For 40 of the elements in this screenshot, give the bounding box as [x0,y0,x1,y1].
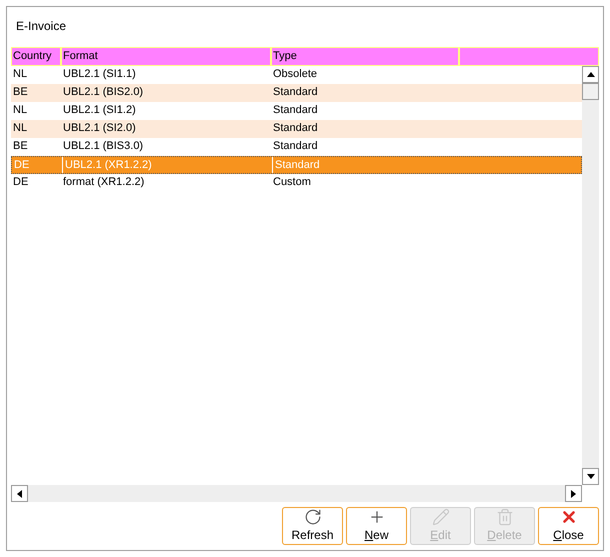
table-cell-text: BE [12,139,29,154]
table-cell-text: format (XR1.2.2) [62,175,146,190]
edit-icon [432,508,450,526]
column-header[interactable]: Format [61,47,271,66]
column-header[interactable]: Type [271,47,459,66]
table-cell-text: UBL2.1 (SI1.1) [62,67,137,82]
scroll-thumb[interactable] [582,83,599,100]
close-button[interactable]: Close [538,507,599,545]
table-cell-text: Standard [272,121,319,136]
vertical-scrollbar[interactable] [582,66,599,485]
refresh-button[interactable]: Refresh [282,507,343,545]
table-cell-text: Obsolete [272,67,318,82]
table-cell-text: DE [13,158,30,173]
scroll-right-icon[interactable] [565,485,582,502]
table-cell-text: Standard [272,85,319,100]
delete-icon [496,508,514,526]
new-button[interactable]: New [346,507,407,545]
table-cell-text: UBL2.1 (SI1.2) [62,103,137,118]
table-cell-text: UBL2.1 (BIS2.0) [62,85,144,100]
table-cell-text: BE [12,85,29,100]
scroll-up-icon[interactable] [582,66,599,83]
table-row[interactable]: NL UBL2.1 (SI2.0) Standard [11,120,582,138]
table-cell-text: NL [12,67,28,82]
table-cell-text: UBL2.1 (SI2.0) [62,121,137,136]
table-cell-text: UBL2.1 (BIS3.0) [62,139,144,154]
horizontal-scrollbar[interactable] [11,485,582,502]
table-row[interactable]: BE UBL2.1 (BIS2.0) Standard [11,84,582,102]
column-header[interactable]: Country [11,47,61,66]
scroll-left-icon[interactable] [11,485,28,502]
table-cell-text: NL [12,121,28,136]
refresh-icon [304,508,322,526]
table-cell-text: NL [12,103,28,118]
table-cell-text: DE [12,175,30,190]
scroll-down-icon[interactable] [582,468,599,485]
table-cell: Standard [272,157,460,173]
table-cell-text: Custom [272,175,312,190]
table-cell: UBL2.1 (XR1.2.2) [62,157,272,173]
table-cell-text: Standard [272,103,319,118]
table-cell-text: Standard [272,139,319,154]
window-title: E-Invoice [15,18,68,35]
